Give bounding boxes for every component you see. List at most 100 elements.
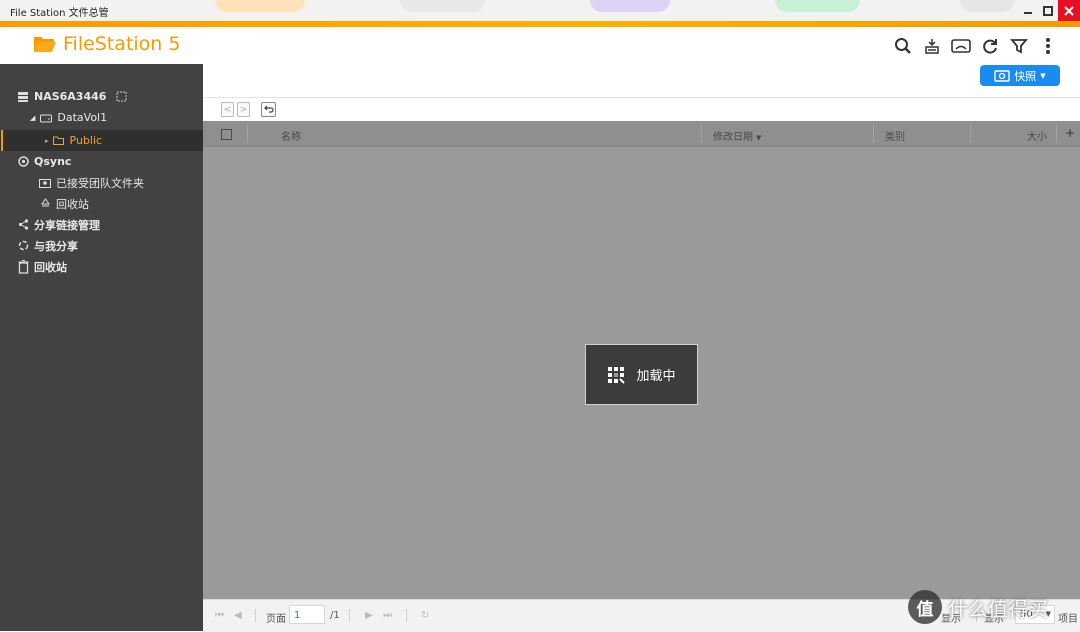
- dropdown-arrow-icon: ▼: [1040, 71, 1046, 80]
- column-header-name[interactable]: 名称: [281, 128, 301, 143]
- more-button[interactable]: [1037, 35, 1058, 56]
- trash-icon: [16, 259, 30, 274]
- minimize-icon: [1024, 11, 1032, 14]
- last-page-button[interactable]: ⏭: [383, 610, 392, 621]
- refresh-button[interactable]: [979, 35, 1000, 56]
- snapshot-button[interactable]: 快照 ▼: [980, 65, 1060, 86]
- window-title: File Station 文件总管: [10, 8, 109, 19]
- media-cast-icon: [950, 38, 971, 53]
- collapse-arrow-icon: ▸: [45, 136, 49, 145]
- plus-icon: +: [1065, 126, 1076, 140]
- column-header-size[interactable]: 大小: [1027, 128, 1047, 143]
- shared-with-me-icon: [16, 239, 30, 253]
- sidebar-volume-label: DataVol1: [57, 111, 108, 124]
- watermark: 值 什么值得买: [908, 585, 1080, 629]
- sidebar-team-folder-label: 已接受团队文件夹: [56, 176, 144, 190]
- sidebar-item-nas[interactable]: NAS6A3446: [0, 86, 219, 107]
- sidebar-item-shared-with-me[interactable]: 与我分享: [0, 235, 219, 256]
- snapshot-row: 快照 ▼: [203, 64, 1080, 98]
- tab-decoration: [590, 0, 670, 12]
- filter-button[interactable]: [1008, 35, 1029, 56]
- up-folder-button[interactable]: [261, 102, 276, 117]
- sidebar-item-share-links[interactable]: 分享链接管理: [0, 214, 219, 235]
- footer-refresh-button[interactable]: ↻: [421, 610, 429, 621]
- back-button[interactable]: <: [221, 102, 234, 117]
- navigation-row: < >: [203, 98, 1080, 121]
- loading-text: 加载中: [636, 369, 676, 384]
- tab-decoration: [215, 0, 305, 12]
- first-page-button[interactable]: ⏮: [215, 610, 224, 621]
- app-logo: FileStation 5: [33, 33, 180, 55]
- minimize-button[interactable]: [1018, 0, 1038, 21]
- column-divider: [970, 124, 971, 143]
- add-column-button[interactable]: +: [1065, 126, 1075, 140]
- watermark-badge: 值: [908, 590, 942, 624]
- sidebar-item-volume[interactable]: ◢ DataVol1: [0, 107, 233, 128]
- folder-open-icon: [34, 37, 56, 52]
- close-icon: [1064, 5, 1074, 16]
- sidebar-share-links-label: 分享链接管理: [34, 218, 100, 232]
- watermark-text: 什么值得买: [948, 596, 1048, 621]
- refresh-icon: ↻: [421, 610, 430, 621]
- folder-icon: [52, 134, 66, 148]
- loading-dialog: 加载中: [585, 344, 698, 405]
- main-panel: 快照 ▼ < > 名称 修改日期 ▼ 类别 大小 + 加载中 ⏮ ◀ 页面 1 …: [203, 64, 1080, 632]
- column-divider: [701, 124, 702, 143]
- drive-icon: [39, 111, 53, 125]
- column-header-modified-label: 修改日期: [713, 132, 753, 143]
- page-label: 页面: [266, 614, 286, 625]
- file-list-header: 名称 修改日期 ▼ 类别 大小 +: [203, 121, 1080, 147]
- sidebar-item-qsync[interactable]: Qsync: [0, 151, 219, 172]
- column-divider: [1056, 124, 1057, 143]
- sidebar-recycle-bin-label: 回收站: [34, 260, 67, 274]
- window-titlebar: File Station 文件总管: [0, 0, 1080, 22]
- sidebar-nas-label: NAS6A3446: [34, 90, 107, 103]
- next-page-icon: ▶: [365, 610, 373, 621]
- page-total: /1: [330, 610, 340, 621]
- next-page-button[interactable]: ▶: [365, 610, 373, 621]
- sidebar-qsync-label: Qsync: [34, 155, 72, 168]
- last-page-icon: ⏭: [383, 610, 392, 621]
- search-button[interactable]: [892, 35, 913, 56]
- file-list-area: 名称 修改日期 ▼ 类别 大小 + 加载中: [203, 121, 1080, 599]
- share-icon: [16, 218, 30, 232]
- snapshot-label: 快照: [1014, 69, 1037, 83]
- server-icon: [16, 90, 30, 104]
- app-name: FileStation 5: [63, 33, 181, 55]
- sidebar-qsync-recycle-label: 回收站: [56, 197, 89, 211]
- team-folder-icon: [38, 176, 52, 190]
- loading-spinner-icon: [608, 366, 626, 384]
- media-cast-button[interactable]: [950, 35, 971, 56]
- search-icon: [894, 37, 911, 54]
- select-all-checkbox[interactable]: [221, 129, 232, 140]
- more-icon: [1045, 37, 1050, 54]
- prev-page-icon: ◀: [234, 610, 242, 621]
- column-header-type[interactable]: 类别: [885, 128, 905, 143]
- divider: [255, 609, 256, 622]
- refresh-icon: [982, 38, 997, 54]
- return-icon: [263, 105, 274, 113]
- maximize-button[interactable]: [1038, 0, 1058, 21]
- column-divider: [873, 124, 874, 143]
- storage-settings-icon[interactable]: [114, 90, 128, 104]
- sidebar-shared-with-me-label: 与我分享: [34, 239, 78, 253]
- qsync-icon: [16, 155, 30, 169]
- tab-decoration: [775, 0, 860, 12]
- app-header: FileStation 5: [0, 27, 1080, 65]
- tab-decoration: [960, 0, 1015, 12]
- page-number-input[interactable]: 1: [289, 605, 325, 624]
- sidebar: NAS6A3446 ◢ DataVol1 ▸ Public Qsync 已接受团…: [0, 64, 248, 631]
- close-button[interactable]: [1058, 0, 1080, 21]
- sidebar-public-label: Public: [69, 134, 103, 147]
- forward-button[interactable]: >: [237, 102, 250, 117]
- sort-desc-icon: ▼: [756, 134, 762, 142]
- tab-decoration: [400, 0, 485, 12]
- sidebar-item-recycle-bin[interactable]: 回收站: [0, 256, 219, 277]
- expand-arrow-icon: ◢: [30, 113, 36, 122]
- remote-mount-button[interactable]: [921, 35, 942, 56]
- column-header-modified[interactable]: 修改日期 ▼: [713, 128, 761, 143]
- divider: [349, 609, 350, 622]
- filter-icon: [1009, 38, 1028, 53]
- remote-mount-icon: [924, 38, 939, 54]
- prev-page-button[interactable]: ◀: [234, 610, 242, 621]
